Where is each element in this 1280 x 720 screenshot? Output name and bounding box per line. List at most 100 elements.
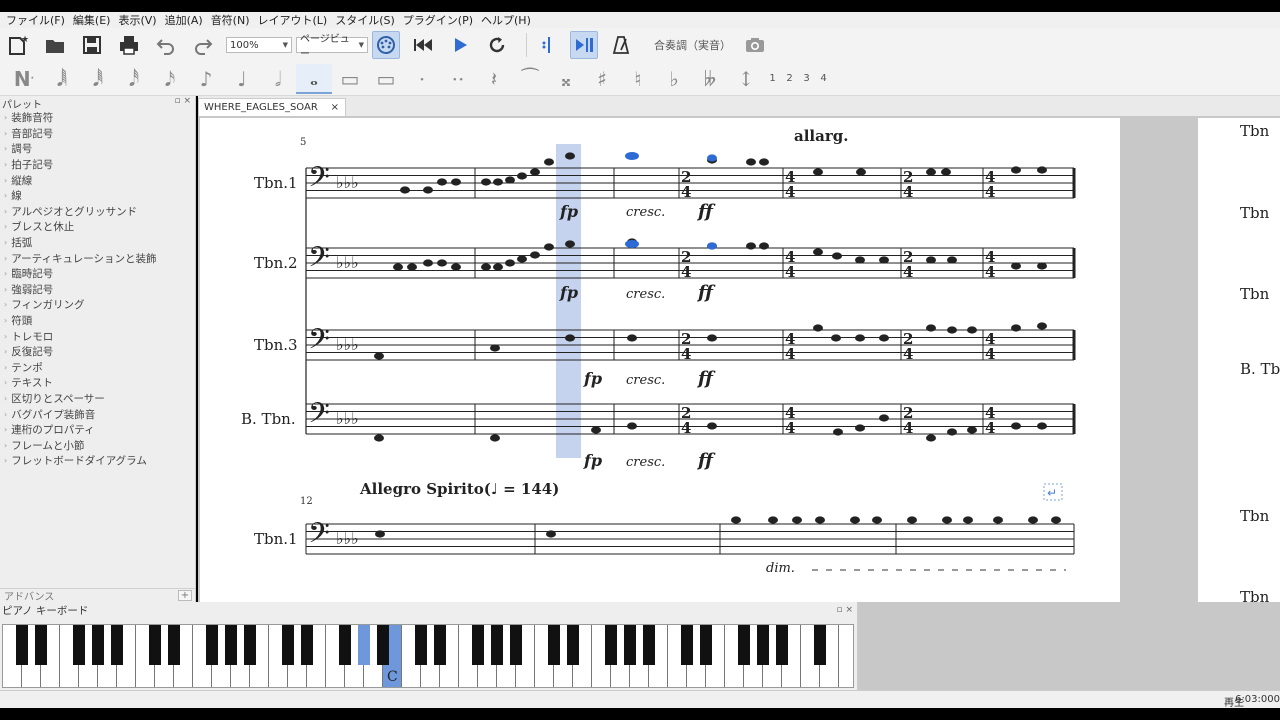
palette-item[interactable]: › 縦線 bbox=[0, 172, 195, 188]
piano-black-key[interactable] bbox=[358, 625, 370, 665]
palette-item[interactable]: › 音部記号 bbox=[0, 126, 195, 142]
piano-black-key[interactable] bbox=[814, 625, 826, 665]
duration-longa-button[interactable]: ▭ bbox=[368, 64, 404, 94]
piano-black-key[interactable] bbox=[301, 625, 313, 665]
voice-3-button[interactable]: 3 bbox=[798, 73, 815, 84]
undo-button[interactable] bbox=[152, 31, 180, 59]
piano-black-key[interactable] bbox=[92, 625, 104, 665]
duration-breve-button[interactable]: ▭ bbox=[332, 64, 368, 94]
piano-black-key[interactable] bbox=[377, 625, 389, 665]
palette-item[interactable]: › ブレスと休止 bbox=[0, 219, 195, 235]
image-capture-button[interactable] bbox=[741, 31, 769, 59]
close-icon[interactable]: × bbox=[331, 102, 339, 113]
palette-workspace-select[interactable]: アドバンス bbox=[4, 588, 54, 603]
piano-black-key[interactable] bbox=[35, 625, 47, 665]
menu-notes[interactable]: 音符(N) bbox=[207, 12, 254, 28]
note-input-mode-button[interactable]: N · bbox=[4, 64, 44, 94]
palette-item[interactable]: › アーティキュレーションと装飾 bbox=[0, 250, 195, 266]
open-button[interactable] bbox=[41, 31, 69, 59]
add-workspace-button[interactable]: + bbox=[178, 590, 192, 601]
score-canvas[interactable]: 𝄢 ♭♭♭ Tbn.1 𝄢 ♭♭♭ Tbn.2 𝄢 ♭♭♭ Tbn.3 𝄢 ♭♭♭ B. Tbn. 5 a… bbox=[198, 116, 1280, 602]
piano-black-key[interactable] bbox=[225, 625, 237, 665]
piano-black-key[interactable] bbox=[510, 625, 522, 665]
duration-128th-button[interactable]: 𝅘𝅥𝅲 bbox=[44, 64, 80, 94]
duration-quarter-button[interactable]: ♩ bbox=[224, 64, 260, 94]
pan-score-button[interactable] bbox=[570, 31, 598, 59]
piano-black-key[interactable] bbox=[605, 625, 617, 665]
piano-black-key[interactable] bbox=[244, 625, 256, 665]
piano-keys[interactable]: C bbox=[2, 624, 854, 688]
voice-1-button[interactable]: 1 bbox=[764, 73, 781, 84]
palette-item[interactable]: › 装飾音符 bbox=[0, 110, 195, 126]
midi-input-button[interactable] bbox=[372, 31, 400, 59]
menu-style[interactable]: スタイル(S) bbox=[331, 12, 399, 28]
tie-button[interactable]: ⁀ bbox=[512, 64, 548, 94]
rewind-button[interactable] bbox=[409, 31, 437, 59]
double-sharp-button[interactable]: 𝄪 bbox=[548, 64, 584, 94]
piano-black-key[interactable] bbox=[339, 625, 351, 665]
piano-black-key[interactable] bbox=[282, 625, 294, 665]
flat-button[interactable]: ♭ bbox=[656, 64, 692, 94]
palette-item[interactable]: › テンポ bbox=[0, 360, 195, 376]
piano-black-key[interactable] bbox=[472, 625, 484, 665]
double-dot-button[interactable]: ·· bbox=[440, 64, 476, 94]
piano-black-key[interactable] bbox=[491, 625, 503, 665]
save-button[interactable] bbox=[78, 31, 106, 59]
zoom-select[interactable]: 100% ▼ bbox=[226, 37, 292, 53]
duration-half-button[interactable]: 𝅗𝅥 bbox=[260, 64, 296, 94]
duration-16th-button[interactable]: 𝅘𝅥𝅯 bbox=[152, 64, 188, 94]
piano-black-key[interactable] bbox=[111, 625, 123, 665]
natural-button[interactable]: ♮ bbox=[620, 64, 656, 94]
new-score-button[interactable]: ★ bbox=[4, 31, 32, 59]
piano-black-key[interactable] bbox=[757, 625, 769, 665]
palette-item[interactable]: › 区切りとスペーサー bbox=[0, 391, 195, 407]
sharp-button[interactable]: ♯ bbox=[584, 64, 620, 94]
view-mode-select[interactable]: ページビュー ▼ bbox=[296, 34, 368, 60]
play-button[interactable] bbox=[446, 31, 474, 59]
duration-whole-button[interactable]: 𝅝 bbox=[296, 63, 332, 94]
menu-help[interactable]: ヘルプ(H) bbox=[477, 12, 535, 28]
piano-dock-controls[interactable]: ▫ × bbox=[836, 605, 857, 615]
loop-button[interactable] bbox=[483, 31, 511, 59]
palette-item[interactable]: › トレモロ bbox=[0, 328, 195, 344]
palette-item[interactable]: › 拍子記号 bbox=[0, 157, 195, 173]
redo-button[interactable] bbox=[189, 31, 217, 59]
piano-black-key[interactable] bbox=[206, 625, 218, 665]
piano-black-key[interactable] bbox=[700, 625, 712, 665]
menu-layout[interactable]: レイアウト(L) bbox=[254, 12, 332, 28]
duration-eighth-button[interactable]: ♪ bbox=[188, 64, 224, 94]
palette-item[interactable]: › バグパイプ装飾音 bbox=[0, 406, 195, 422]
voice-2-button[interactable]: 2 bbox=[781, 73, 798, 84]
palette-item[interactable]: › アルペジオとグリッサンド bbox=[0, 204, 195, 220]
palette-dock-controls[interactable]: ▫ × bbox=[174, 96, 195, 110]
rest-button[interactable]: 𝄽 bbox=[476, 64, 512, 94]
piano-black-key[interactable] bbox=[548, 625, 560, 665]
palette-item[interactable]: › フレームと小節 bbox=[0, 437, 195, 453]
palette-item[interactable]: › フィンガリング bbox=[0, 297, 195, 313]
palette-item[interactable]: › フレットボードダイアグラム bbox=[0, 453, 195, 469]
voice-4-button[interactable]: 4 bbox=[815, 73, 832, 84]
palette-item[interactable]: › 連桁のプロパティ bbox=[0, 422, 195, 438]
palette-item[interactable]: › 符頭 bbox=[0, 313, 195, 329]
score-view[interactable]: Tbn Tbn Tbn B. Tb Tbn Tbn 𝄢 ♭♭♭ Tbn.1 𝄢 ♭♭♭ T… bbox=[198, 116, 1280, 602]
menu-plugins[interactable]: プラグイン(P) bbox=[399, 12, 477, 28]
piano-black-key[interactable] bbox=[624, 625, 636, 665]
duration-32nd-button[interactable]: 𝅘𝅥𝅰 bbox=[116, 64, 152, 94]
double-flat-button[interactable]: 𝄫 bbox=[692, 64, 728, 94]
piano-black-key[interactable] bbox=[776, 625, 788, 665]
augmentation-dot-button[interactable]: · bbox=[404, 64, 440, 94]
duration-64th-button[interactable]: 𝅘𝅥𝅱 bbox=[80, 64, 116, 94]
palette-item[interactable]: › 反復記号 bbox=[0, 344, 195, 360]
flip-direction-button[interactable]: ↕ bbox=[728, 64, 764, 94]
score-tab[interactable]: WHERE_EAGLES_SOAR × bbox=[198, 98, 346, 116]
palette-item[interactable]: › 強弱記号 bbox=[0, 282, 195, 298]
piano-black-key[interactable] bbox=[149, 625, 161, 665]
palette-item[interactable]: › 調号 bbox=[0, 141, 195, 157]
palette-item[interactable]: › テキスト bbox=[0, 375, 195, 391]
metronome-button[interactable] bbox=[607, 31, 635, 59]
piano-black-key[interactable] bbox=[567, 625, 579, 665]
piano-black-key[interactable] bbox=[415, 625, 427, 665]
palette-item[interactable]: › 臨時記号 bbox=[0, 266, 195, 282]
menu-view[interactable]: 表示(V) bbox=[114, 12, 160, 28]
palette-item[interactable]: › 線 bbox=[0, 188, 195, 204]
